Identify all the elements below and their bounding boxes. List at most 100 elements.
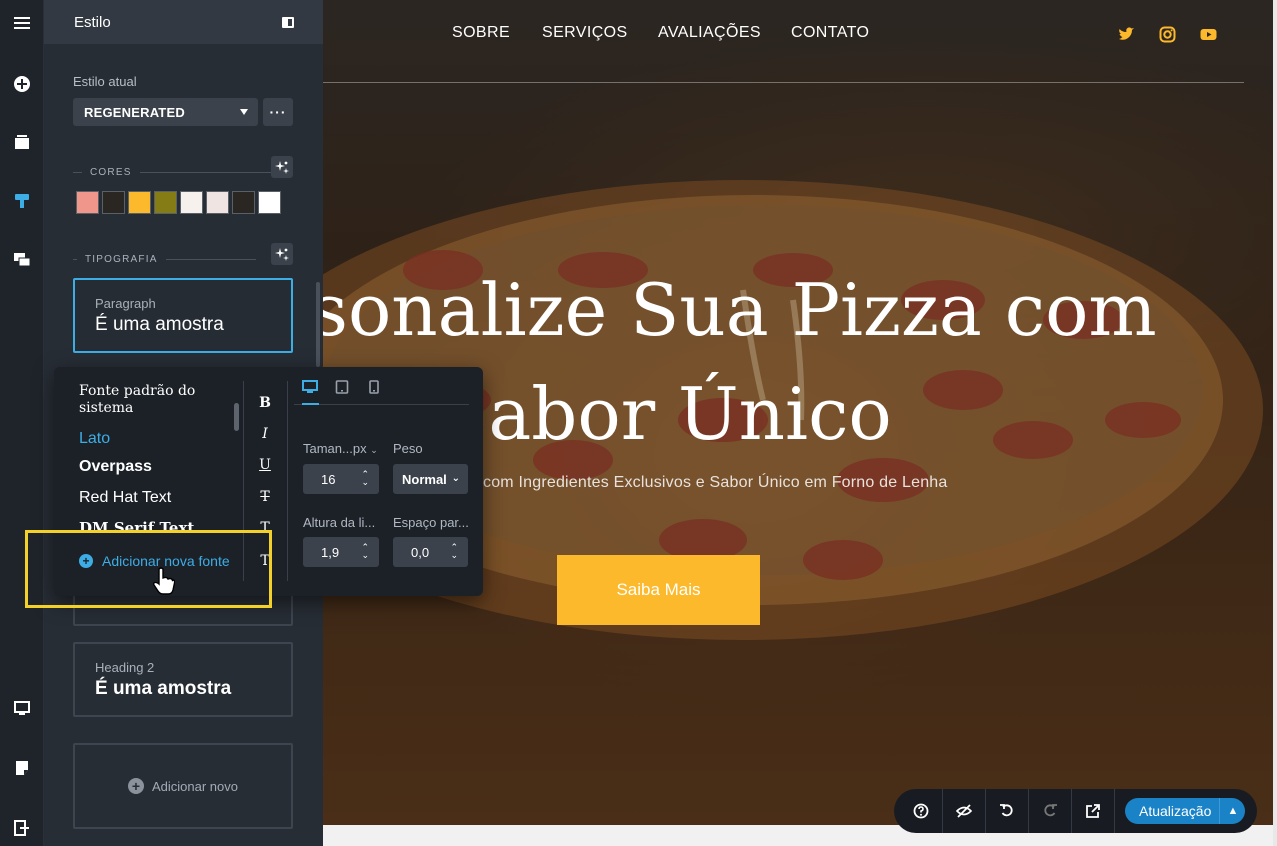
comments-icon[interactable] — [0, 240, 44, 280]
open-external-icon — [1086, 804, 1100, 818]
redo-button[interactable] — [1029, 789, 1072, 833]
active-tab-indicator — [302, 403, 319, 405]
highlight-annotation — [25, 530, 272, 608]
more-options-button[interactable]: ··· — [263, 98, 293, 126]
font-weight-value: Normal — [402, 471, 447, 487]
instagram-icon[interactable] — [1159, 26, 1176, 43]
typography-section-header: TIPOGRAFIA — [73, 243, 293, 265]
preview-scrollbar[interactable] — [1273, 0, 1277, 846]
mobile-icon[interactable] — [366, 379, 382, 395]
nav-link-servicos[interactable]: SERVIÇOS — [542, 24, 628, 42]
typography-card-paragraph[interactable]: Paragraph É uma amostra — [73, 278, 293, 353]
letter-spacing-label: Espaço par... — [393, 515, 469, 530]
sparkle-icon[interactable] — [271, 243, 293, 265]
stepper-arrows-icon[interactable]: ⌃ ⌄ — [450, 543, 458, 560]
plus-icon: + — [128, 778, 144, 794]
nav-link-contato[interactable]: CONTATO — [791, 24, 869, 42]
italic-button[interactable]: I — [254, 423, 276, 445]
typography-name: Paragraph — [95, 296, 156, 311]
typography-name: Heading 2 — [95, 660, 155, 675]
exit-icon[interactable] — [0, 808, 44, 846]
current-style-value: REGENERATED — [84, 104, 185, 120]
colors-caption: CORES — [90, 167, 132, 178]
pages-icon[interactable] — [0, 122, 44, 162]
notes-icon[interactable] — [0, 748, 44, 788]
letter-spacing-stepper[interactable]: 0,0 ⌃ ⌄ — [393, 537, 468, 567]
line-height-value: 1,9 — [321, 544, 340, 560]
twitter-icon[interactable] — [1118, 26, 1135, 43]
open-external-button[interactable] — [1072, 789, 1115, 833]
panel-scrollbar[interactable] — [316, 282, 320, 367]
color-swatch[interactable] — [128, 191, 151, 214]
help-button[interactable] — [900, 789, 943, 833]
font-option-selected[interactable]: Lato — [79, 430, 110, 448]
current-style-select[interactable]: REGENERATED — [73, 98, 258, 126]
font-size-label-text: Taman...px — [303, 441, 367, 456]
stepper-arrows-icon[interactable]: ⌃ ⌄ — [361, 470, 369, 487]
tablet-icon[interactable] — [334, 379, 350, 395]
panel-title: Estilo — [74, 13, 111, 31]
nav-link-avaliacoes[interactable]: AVALIAÇÕES — [658, 24, 761, 42]
letter-spacing-value: 0,0 — [411, 544, 430, 560]
stepper-arrows-icon[interactable]: ⌃ ⌄ — [361, 543, 369, 560]
color-swatch[interactable] — [76, 191, 99, 214]
menu-icon[interactable] — [0, 3, 44, 43]
sparkle-icon[interactable] — [271, 156, 293, 178]
redo-icon — [1044, 804, 1057, 817]
panel-header: Estilo — [44, 0, 323, 44]
undo-icon — [1000, 804, 1013, 817]
editor-toolbar: Atualização ▲ — [894, 789, 1257, 833]
hand-pointer-icon — [153, 567, 175, 595]
strikethrough-button[interactable]: T — [254, 486, 276, 508]
colors-section-header: CORES — [73, 156, 293, 178]
color-swatch[interactable] — [180, 191, 203, 214]
typography-card-heading-2[interactable]: Heading 2 É uma amostra — [73, 642, 293, 717]
color-swatch[interactable] — [206, 191, 229, 214]
font-option[interactable]: Red Hat Text — [79, 489, 171, 507]
hero-title-line-1: sonalize Sua Pizza com — [323, 268, 1157, 352]
underline-button[interactable]: U — [254, 454, 276, 476]
font-size-value: 16 — [321, 471, 336, 487]
caret-down-icon — [240, 109, 248, 115]
hide-icon — [956, 804, 972, 818]
tabs-divider — [294, 404, 469, 405]
saiba-mais-button[interactable]: Saiba Mais — [557, 555, 760, 625]
undo-button[interactable] — [986, 789, 1029, 833]
collapse-panel-icon[interactable] — [282, 16, 294, 28]
help-icon — [913, 803, 929, 819]
font-size-label: Taman...px ⌄ — [303, 441, 378, 456]
style-brush-icon[interactable] — [0, 181, 44, 221]
line-height-stepper[interactable]: 1,9 ⌃ ⌄ — [303, 537, 379, 567]
hero-title-line-2: Sabor Único — [439, 372, 892, 456]
nav-divider — [323, 82, 1244, 83]
nav-link-sobre[interactable]: SOBRE — [452, 24, 510, 42]
color-swatch[interactable] — [232, 191, 255, 214]
color-swatch[interactable] — [102, 191, 125, 214]
font-weight-select[interactable]: Normal ⌄ — [393, 464, 468, 494]
typography-sample: É uma amostra — [95, 314, 224, 335]
left-rail — [0, 0, 44, 846]
desktop-view-icon[interactable] — [0, 688, 44, 728]
update-label: Atualização — [1139, 803, 1212, 819]
youtube-icon[interactable] — [1200, 26, 1217, 43]
chevron-down-icon[interactable]: ⌄ — [370, 445, 378, 455]
typography-caption: TIPOGRAFIA — [85, 254, 158, 265]
font-list-scrollbar[interactable] — [234, 403, 239, 431]
desktop-icon[interactable] — [302, 379, 318, 395]
add-new-label: Adicionar novo — [152, 778, 238, 794]
font-option[interactable]: Fonte padrão do sistema — [79, 383, 229, 417]
add-new-typography-button[interactable]: + Adicionar novo — [73, 743, 293, 829]
chevron-up-icon[interactable]: ▲ — [1219, 798, 1245, 824]
add-icon[interactable] — [0, 64, 44, 104]
chevron-down-icon: ⌄ — [451, 473, 460, 484]
hide-button[interactable] — [943, 789, 986, 833]
color-swatch[interactable] — [258, 191, 281, 214]
current-style-label: Estilo atual — [73, 74, 137, 89]
font-size-stepper[interactable]: 16 ⌃ ⌄ — [303, 464, 379, 494]
color-swatch[interactable] — [154, 191, 177, 214]
bold-button[interactable]: B — [254, 392, 276, 414]
divider — [287, 381, 288, 581]
update-button[interactable]: Atualização ▲ — [1125, 798, 1246, 824]
weight-label: Peso — [393, 441, 423, 456]
font-option[interactable]: Overpass — [79, 458, 152, 476]
